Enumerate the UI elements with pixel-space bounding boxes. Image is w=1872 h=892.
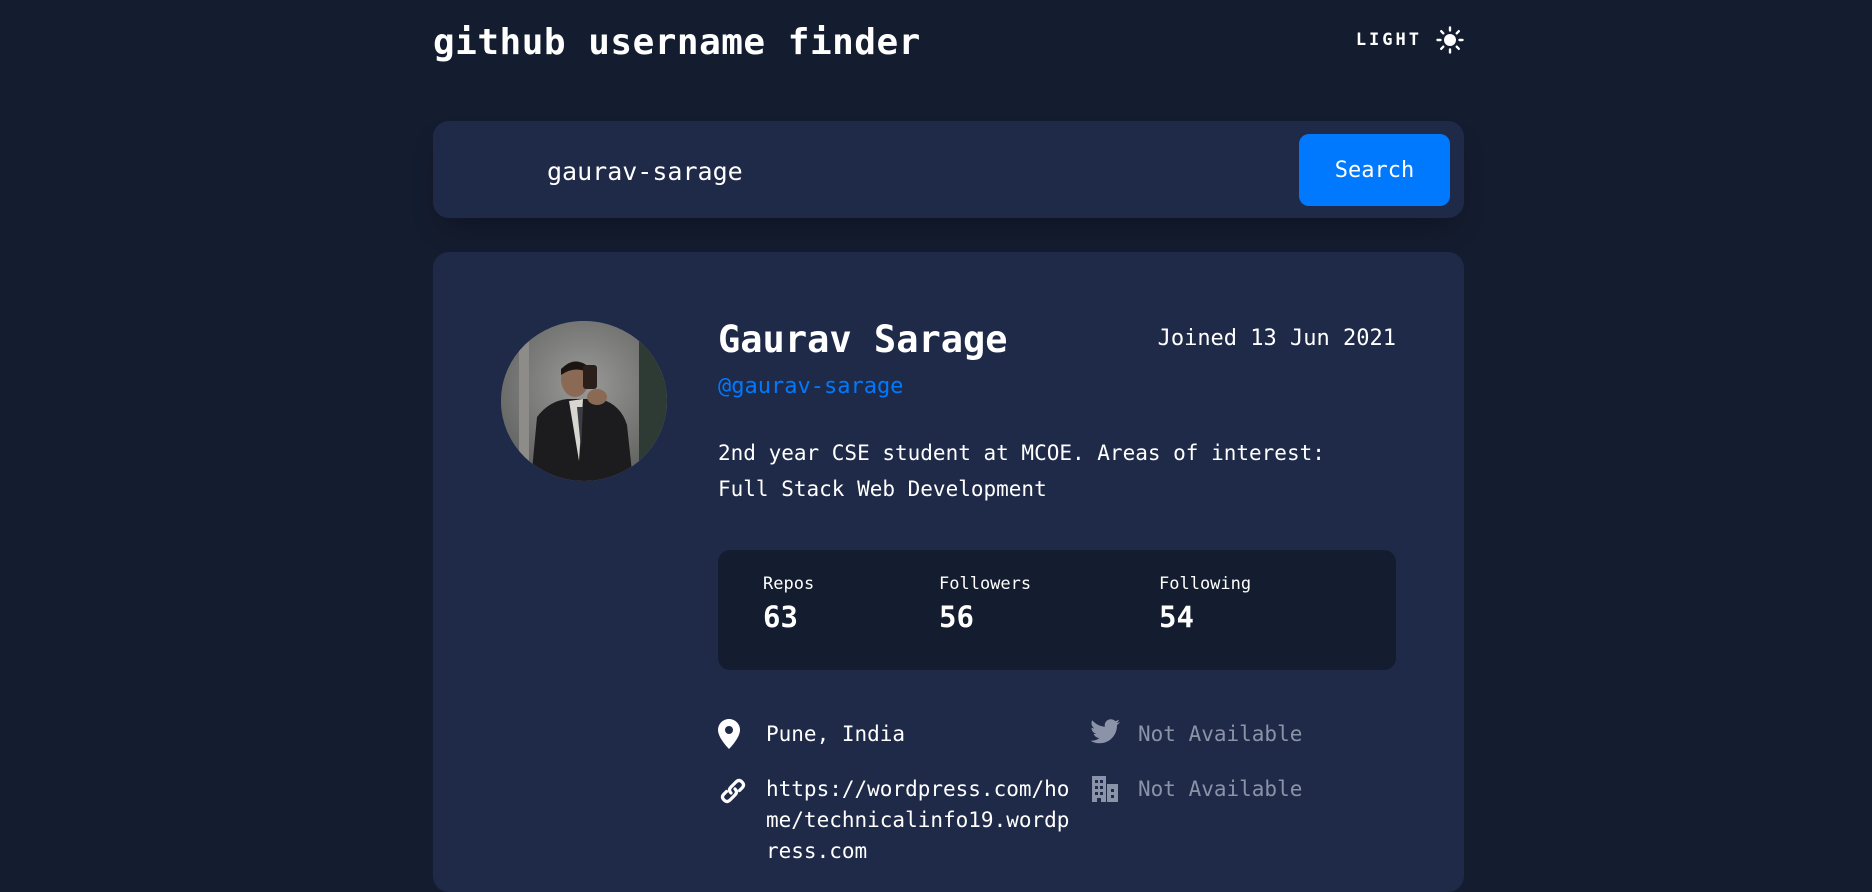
website-line-1[interactable]: https://wordpress.com/ho	[766, 774, 1069, 805]
website-item[interactable]: https://wordpress.com/ho me/technicalinf…	[718, 774, 1069, 867]
twitter-icon	[1090, 719, 1138, 745]
location-text: Pune, India	[766, 722, 906, 746]
stat-following-value: 54	[1159, 600, 1194, 634]
stat-repos-value: 63	[763, 600, 798, 634]
location-pin-icon	[718, 719, 766, 749]
avatar	[501, 321, 667, 481]
search-button[interactable]: Search	[1299, 134, 1450, 206]
theme-toggle-label[interactable]: LIGHT	[1356, 30, 1422, 50]
stat-followers: Followers 56	[939, 574, 1031, 634]
stat-following: Following 54	[1159, 574, 1251, 634]
stat-followers-value: 56	[939, 600, 974, 634]
stat-following-label: Following	[1159, 574, 1252, 594]
theme-toggle[interactable]: LIGHT	[1356, 26, 1464, 54]
location-item: Pune, India	[718, 719, 905, 750]
profile-bio: 2nd year CSE student at MCOE. Areas of i…	[718, 441, 1325, 501]
company-text: Not Available	[1138, 777, 1303, 801]
company-item: Not Available	[1090, 774, 1302, 805]
search-bar: Search	[433, 121, 1464, 218]
stat-followers-label: Followers	[939, 574, 1032, 594]
app-title: github username finder	[433, 22, 921, 63]
sun-icon[interactable]	[1436, 26, 1464, 54]
stat-repos: Repos 63	[763, 574, 814, 634]
profile-login-link[interactable]: @gaurav-sarage	[718, 374, 903, 399]
website-line-2[interactable]: me/technicalinfo19.wordp	[766, 805, 1069, 836]
search-input[interactable]	[545, 145, 1109, 197]
header: github username finder LIGHT	[433, 18, 1464, 68]
joined-date: Joined 13 Jun 2021	[1157, 326, 1396, 351]
website-link[interactable]: https://wordpress.com/ho me/technicalinf…	[766, 774, 1069, 867]
link-icon	[718, 774, 766, 806]
profile-card: Gaurav Sarage Joined 13 Jun 2021 @gaurav…	[433, 252, 1464, 892]
stat-repos-label: Repos	[763, 574, 815, 594]
twitter-text: Not Available	[1138, 722, 1303, 746]
stats-panel: Repos 63 Followers 56 Following 54	[718, 550, 1396, 670]
twitter-item: Not Available	[1090, 719, 1302, 750]
profile-name: Gaurav Sarage	[718, 318, 1008, 361]
website-line-3[interactable]: ress.com	[766, 836, 1069, 867]
building-icon	[1090, 774, 1138, 804]
